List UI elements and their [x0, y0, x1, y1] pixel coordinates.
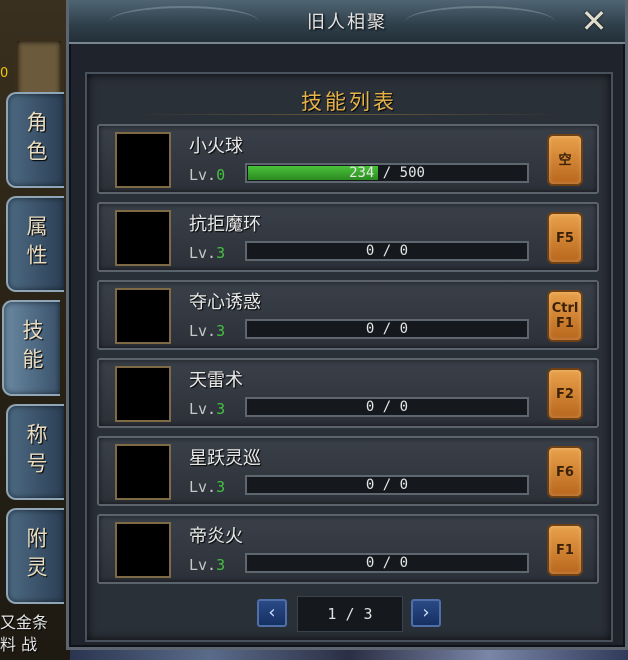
experience-text: 0 / 0 — [365, 399, 409, 415]
hotkey-button[interactable]: Ctrl F1 — [547, 290, 583, 342]
skill-row[interactable]: 天雷术 Lv.3 0 / 0 F2 — [97, 358, 599, 428]
charm-icon[interactable] — [115, 288, 171, 344]
skill-row[interactable]: 抗拒魔环 Lv.3 0 / 0 F5 — [97, 202, 599, 272]
level-value: 3 — [216, 244, 226, 262]
experience-text: 0 / 0 — [365, 243, 409, 259]
hotkey-button[interactable]: F6 — [547, 446, 583, 498]
level-value: 3 — [216, 478, 226, 496]
close-icon[interactable]: ✕ — [577, 4, 611, 38]
tab-label: 技能 — [20, 319, 44, 377]
next-page-button[interactable]: › — [411, 599, 441, 627]
skill-list-panel: 技能列表 小火球 Lv.0 234 / 500 空抗拒魔环 Lv.3 0 / 0 F5 夺心诱… — [85, 72, 613, 642]
level-prefix: Lv. — [189, 400, 217, 418]
tab-label: 称号 — [24, 423, 48, 481]
experience-bar: 0 / 0 — [245, 553, 529, 573]
fireball-icon[interactable] — [115, 132, 171, 188]
imperial-flame-icon[interactable] — [115, 522, 171, 578]
experience-text: 0 / 0 — [365, 321, 409, 337]
skill-name: 天雷术 — [189, 370, 243, 391]
repel-ring-icon[interactable] — [115, 210, 171, 266]
skill-level: Lv.3 — [189, 478, 225, 496]
experience-bar: 0 / 0 — [245, 241, 529, 261]
experience-text: 0 / 0 — [365, 477, 409, 493]
experience-bar: 234 / 500 — [245, 163, 529, 183]
pagination: ‹ 1 / 3 › — [87, 596, 611, 632]
skill-row[interactable]: 夺心诱惑 Lv.3 0 / 0 Ctrl F1 — [97, 280, 599, 350]
hotkey-button[interactable]: F1 — [547, 524, 583, 576]
skill-name: 帝炎火 — [189, 526, 243, 547]
level-prefix: Lv. — [189, 244, 217, 262]
background-chat-text: 又金条 料 战 — [0, 612, 70, 656]
experience-bar: 0 / 0 — [245, 475, 529, 495]
experience-text: 0 / 0 — [365, 555, 409, 571]
skill-row[interactable]: 星跃灵巡 Lv.3 0 / 0 F6 — [97, 436, 599, 506]
star-leap-icon[interactable] — [115, 444, 171, 500]
experience-bar: 0 / 0 — [245, 397, 529, 417]
divider — [137, 114, 561, 115]
skill-level: Lv.3 — [189, 322, 225, 340]
tab-titles[interactable]: 称号 — [6, 404, 64, 500]
tab-label: 附灵 — [24, 527, 48, 585]
hotkey-button[interactable]: 空 — [547, 134, 583, 186]
experience-bar: 0 / 0 — [245, 319, 529, 339]
tab-spirit[interactable]: 附灵 — [6, 508, 64, 604]
hotkey-button[interactable]: F5 — [547, 212, 583, 264]
hotkey-button[interactable]: F2 — [547, 368, 583, 420]
tab-skills[interactable]: 技能 — [2, 300, 60, 396]
skill-level: Lv.3 — [189, 244, 225, 262]
skill-name: 抗拒魔环 — [189, 214, 261, 235]
level-value: 3 — [216, 400, 226, 418]
tab-label: 属性 — [24, 215, 48, 273]
experience-text: 234 / 500 — [349, 165, 425, 181]
window-titlebar[interactable]: 旧人相聚 ✕ — [69, 0, 625, 44]
tab-label: 角色 — [24, 111, 48, 169]
tab-attributes[interactable]: 属性 — [6, 196, 64, 292]
tab-character[interactable]: 角色 — [6, 92, 64, 188]
skill-level: Lv.3 — [189, 556, 225, 574]
level-prefix: Lv. — [189, 166, 217, 184]
level-prefix: Lv. — [189, 556, 217, 574]
window-title: 旧人相聚 — [307, 12, 387, 33]
skill-name: 星跃灵巡 — [189, 448, 261, 469]
skill-level: Lv.0 — [189, 166, 225, 184]
skill-row[interactable]: 帝炎火 Lv.3 0 / 0 F1 — [97, 514, 599, 584]
skill-name: 小火球 — [189, 136, 243, 157]
skill-row[interactable]: 小火球 Lv.0 234 / 500 空 — [97, 124, 599, 194]
level-value: 3 — [216, 322, 226, 340]
skill-name: 夺心诱惑 — [189, 292, 261, 313]
skill-level: Lv.3 — [189, 400, 225, 418]
level-value: 0 — [216, 166, 226, 184]
background-number: 0 — [0, 66, 9, 81]
level-prefix: Lv. — [189, 322, 217, 340]
section-title: 技能列表 — [301, 90, 397, 114]
background-strip — [70, 650, 628, 660]
chat-line: 又金条 — [0, 613, 49, 632]
skills-window: 旧人相聚 ✕ 技能列表 小火球 Lv.0 234 / 500 空抗拒魔环 Lv.3 0 /… — [66, 0, 628, 650]
page-indicator: 1 / 3 — [297, 596, 403, 632]
thunder-icon[interactable] — [115, 366, 171, 422]
chat-line: 料 战 — [0, 635, 38, 654]
prev-page-button[interactable]: ‹ — [257, 599, 287, 627]
level-prefix: Lv. — [189, 478, 217, 496]
level-value: 3 — [216, 556, 226, 574]
